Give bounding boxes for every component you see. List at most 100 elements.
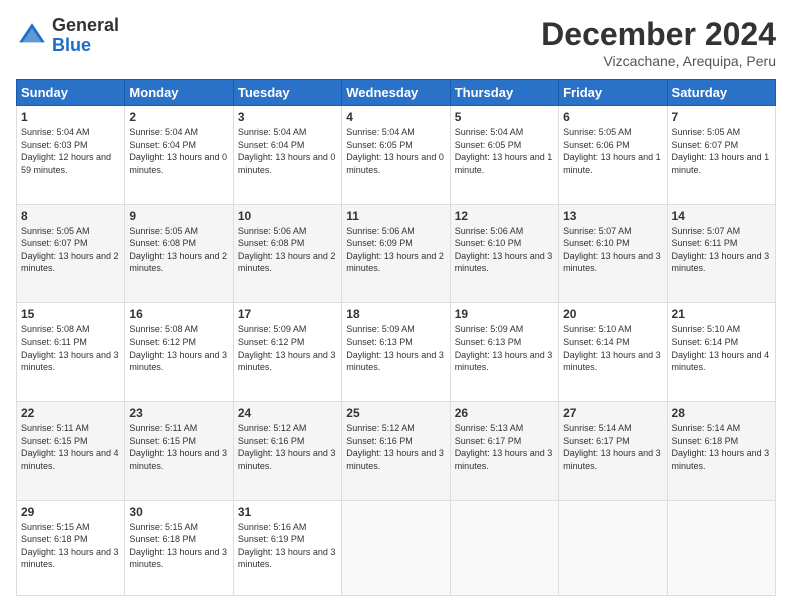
day-number: 13 xyxy=(563,209,662,223)
cell-info: Sunrise: 5:12 AM Sunset: 6:16 PM Dayligh… xyxy=(238,422,337,472)
cell-info: Sunrise: 5:06 AM Sunset: 6:10 PM Dayligh… xyxy=(455,225,554,275)
cell-info: Sunrise: 5:04 AM Sunset: 6:05 PM Dayligh… xyxy=(346,126,445,176)
day-number: 19 xyxy=(455,307,554,321)
col-header-monday: Monday xyxy=(125,80,233,106)
logo-general: General xyxy=(52,16,119,36)
calendar-cell: 19 Sunrise: 5:09 AM Sunset: 6:13 PM Dayl… xyxy=(450,303,558,402)
calendar-cell: 13 Sunrise: 5:07 AM Sunset: 6:10 PM Dayl… xyxy=(559,204,667,303)
calendar-cell: 9 Sunrise: 5:05 AM Sunset: 6:08 PM Dayli… xyxy=(125,204,233,303)
cell-info: Sunrise: 5:05 AM Sunset: 6:07 PM Dayligh… xyxy=(672,126,771,176)
calendar-cell: 2 Sunrise: 5:04 AM Sunset: 6:04 PM Dayli… xyxy=(125,106,233,205)
calendar-week-row: 29 Sunrise: 5:15 AM Sunset: 6:18 PM Dayl… xyxy=(17,500,776,595)
day-number: 11 xyxy=(346,209,445,223)
day-number: 26 xyxy=(455,406,554,420)
day-number: 12 xyxy=(455,209,554,223)
cell-info: Sunrise: 5:04 AM Sunset: 6:03 PM Dayligh… xyxy=(21,126,120,176)
calendar-cell: 8 Sunrise: 5:05 AM Sunset: 6:07 PM Dayli… xyxy=(17,204,125,303)
logo-blue: Blue xyxy=(52,36,119,56)
calendar-cell: 23 Sunrise: 5:11 AM Sunset: 6:15 PM Dayl… xyxy=(125,401,233,500)
cell-info: Sunrise: 5:10 AM Sunset: 6:14 PM Dayligh… xyxy=(672,323,771,373)
day-number: 4 xyxy=(346,110,445,124)
cell-info: Sunrise: 5:05 AM Sunset: 6:06 PM Dayligh… xyxy=(563,126,662,176)
cell-info: Sunrise: 5:09 AM Sunset: 6:13 PM Dayligh… xyxy=(346,323,445,373)
day-number: 5 xyxy=(455,110,554,124)
day-number: 24 xyxy=(238,406,337,420)
cell-info: Sunrise: 5:10 AM Sunset: 6:14 PM Dayligh… xyxy=(563,323,662,373)
calendar-cell xyxy=(559,500,667,595)
calendar-cell: 6 Sunrise: 5:05 AM Sunset: 6:06 PM Dayli… xyxy=(559,106,667,205)
col-header-tuesday: Tuesday xyxy=(233,80,341,106)
day-number: 1 xyxy=(21,110,120,124)
cell-info: Sunrise: 5:04 AM Sunset: 6:04 PM Dayligh… xyxy=(129,126,228,176)
day-number: 25 xyxy=(346,406,445,420)
day-number: 31 xyxy=(238,505,337,519)
day-number: 27 xyxy=(563,406,662,420)
calendar-cell: 28 Sunrise: 5:14 AM Sunset: 6:18 PM Dayl… xyxy=(667,401,775,500)
calendar-cell: 29 Sunrise: 5:15 AM Sunset: 6:18 PM Dayl… xyxy=(17,500,125,595)
cell-info: Sunrise: 5:12 AM Sunset: 6:16 PM Dayligh… xyxy=(346,422,445,472)
day-number: 21 xyxy=(672,307,771,321)
day-number: 22 xyxy=(21,406,120,420)
calendar-week-row: 1 Sunrise: 5:04 AM Sunset: 6:03 PM Dayli… xyxy=(17,106,776,205)
cell-info: Sunrise: 5:07 AM Sunset: 6:10 PM Dayligh… xyxy=(563,225,662,275)
col-header-thursday: Thursday xyxy=(450,80,558,106)
day-number: 15 xyxy=(21,307,120,321)
day-number: 6 xyxy=(563,110,662,124)
calendar-cell: 21 Sunrise: 5:10 AM Sunset: 6:14 PM Dayl… xyxy=(667,303,775,402)
calendar-cell: 20 Sunrise: 5:10 AM Sunset: 6:14 PM Dayl… xyxy=(559,303,667,402)
cell-info: Sunrise: 5:15 AM Sunset: 6:18 PM Dayligh… xyxy=(21,521,120,571)
logo-text: General Blue xyxy=(52,16,119,56)
cell-info: Sunrise: 5:05 AM Sunset: 6:08 PM Dayligh… xyxy=(129,225,228,275)
cell-info: Sunrise: 5:14 AM Sunset: 6:18 PM Dayligh… xyxy=(672,422,771,472)
calendar-cell: 12 Sunrise: 5:06 AM Sunset: 6:10 PM Dayl… xyxy=(450,204,558,303)
cell-info: Sunrise: 5:11 AM Sunset: 6:15 PM Dayligh… xyxy=(21,422,120,472)
col-header-sunday: Sunday xyxy=(17,80,125,106)
calendar-cell xyxy=(450,500,558,595)
cell-info: Sunrise: 5:05 AM Sunset: 6:07 PM Dayligh… xyxy=(21,225,120,275)
calendar-week-row: 22 Sunrise: 5:11 AM Sunset: 6:15 PM Dayl… xyxy=(17,401,776,500)
cell-info: Sunrise: 5:15 AM Sunset: 6:18 PM Dayligh… xyxy=(129,521,228,571)
cell-info: Sunrise: 5:07 AM Sunset: 6:11 PM Dayligh… xyxy=(672,225,771,275)
cell-info: Sunrise: 5:08 AM Sunset: 6:11 PM Dayligh… xyxy=(21,323,120,373)
day-number: 28 xyxy=(672,406,771,420)
day-number: 16 xyxy=(129,307,228,321)
cell-info: Sunrise: 5:14 AM Sunset: 6:17 PM Dayligh… xyxy=(563,422,662,472)
calendar-cell: 5 Sunrise: 5:04 AM Sunset: 6:05 PM Dayli… xyxy=(450,106,558,205)
calendar-cell: 27 Sunrise: 5:14 AM Sunset: 6:17 PM Dayl… xyxy=(559,401,667,500)
cell-info: Sunrise: 5:09 AM Sunset: 6:12 PM Dayligh… xyxy=(238,323,337,373)
day-number: 10 xyxy=(238,209,337,223)
title-block: December 2024 Vizcachane, Arequipa, Peru xyxy=(541,16,776,69)
month-title: December 2024 xyxy=(541,16,776,53)
page: General Blue December 2024 Vizcachane, A… xyxy=(0,0,792,612)
calendar-cell: 18 Sunrise: 5:09 AM Sunset: 6:13 PM Dayl… xyxy=(342,303,450,402)
day-number: 7 xyxy=(672,110,771,124)
calendar-cell: 26 Sunrise: 5:13 AM Sunset: 6:17 PM Dayl… xyxy=(450,401,558,500)
day-number: 9 xyxy=(129,209,228,223)
cell-info: Sunrise: 5:06 AM Sunset: 6:08 PM Dayligh… xyxy=(238,225,337,275)
calendar-cell: 10 Sunrise: 5:06 AM Sunset: 6:08 PM Dayl… xyxy=(233,204,341,303)
day-number: 30 xyxy=(129,505,228,519)
calendar-cell xyxy=(667,500,775,595)
cell-info: Sunrise: 5:06 AM Sunset: 6:09 PM Dayligh… xyxy=(346,225,445,275)
calendar-cell: 1 Sunrise: 5:04 AM Sunset: 6:03 PM Dayli… xyxy=(17,106,125,205)
day-number: 14 xyxy=(672,209,771,223)
header: General Blue December 2024 Vizcachane, A… xyxy=(16,16,776,69)
calendar-cell: 11 Sunrise: 5:06 AM Sunset: 6:09 PM Dayl… xyxy=(342,204,450,303)
day-number: 8 xyxy=(21,209,120,223)
col-header-friday: Friday xyxy=(559,80,667,106)
calendar-table: SundayMondayTuesdayWednesdayThursdayFrid… xyxy=(16,79,776,596)
day-number: 18 xyxy=(346,307,445,321)
calendar-week-row: 8 Sunrise: 5:05 AM Sunset: 6:07 PM Dayli… xyxy=(17,204,776,303)
cell-info: Sunrise: 5:09 AM Sunset: 6:13 PM Dayligh… xyxy=(455,323,554,373)
calendar-cell: 22 Sunrise: 5:11 AM Sunset: 6:15 PM Dayl… xyxy=(17,401,125,500)
day-number: 23 xyxy=(129,406,228,420)
calendar-cell: 15 Sunrise: 5:08 AM Sunset: 6:11 PM Dayl… xyxy=(17,303,125,402)
cell-info: Sunrise: 5:04 AM Sunset: 6:04 PM Dayligh… xyxy=(238,126,337,176)
calendar-header-row: SundayMondayTuesdayWednesdayThursdayFrid… xyxy=(17,80,776,106)
cell-info: Sunrise: 5:04 AM Sunset: 6:05 PM Dayligh… xyxy=(455,126,554,176)
day-number: 17 xyxy=(238,307,337,321)
day-number: 20 xyxy=(563,307,662,321)
calendar-cell: 17 Sunrise: 5:09 AM Sunset: 6:12 PM Dayl… xyxy=(233,303,341,402)
calendar-cell: 31 Sunrise: 5:16 AM Sunset: 6:19 PM Dayl… xyxy=(233,500,341,595)
cell-info: Sunrise: 5:11 AM Sunset: 6:15 PM Dayligh… xyxy=(129,422,228,472)
